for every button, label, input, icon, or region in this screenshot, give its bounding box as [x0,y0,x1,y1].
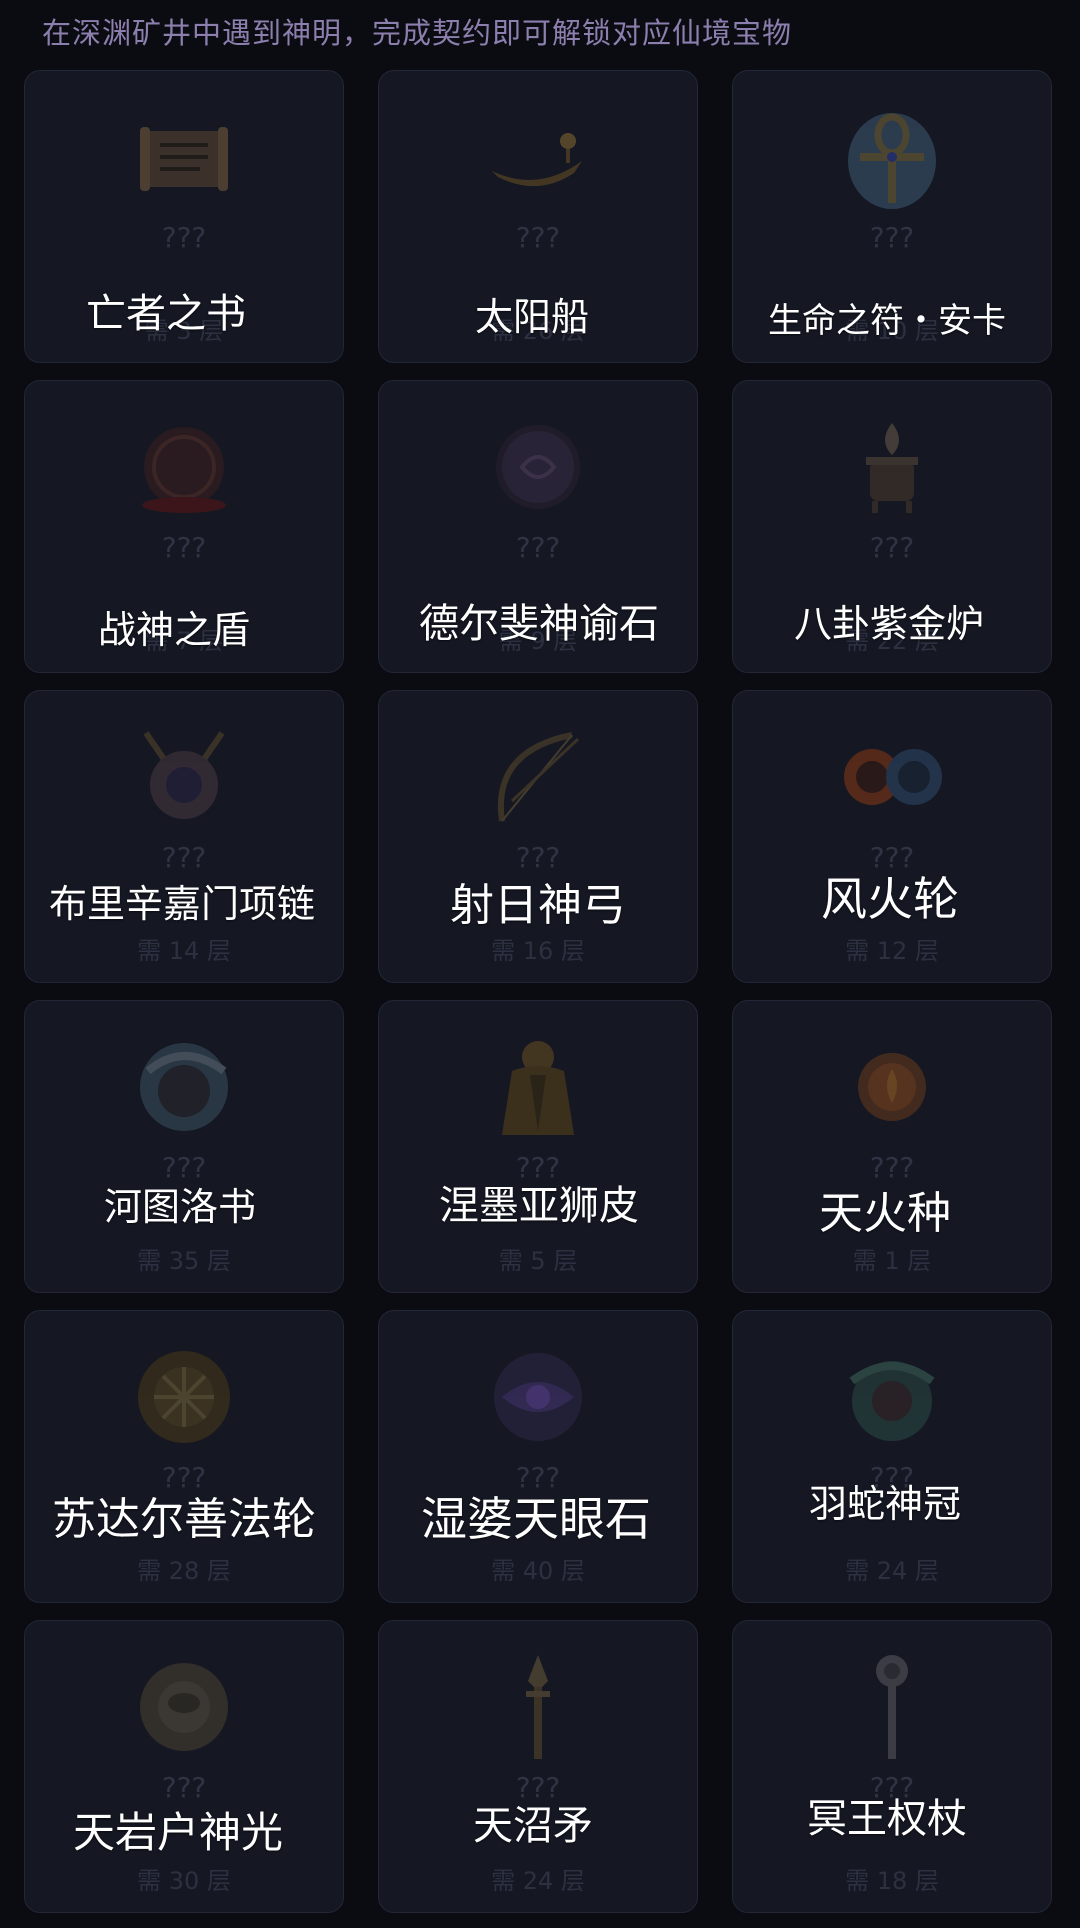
treasure-card[interactable]: ??? 需 14 层 布里辛嘉门项链 [24,690,344,983]
treasure-name: 天岩户神光 [72,1808,283,1857]
requirement-label: 需 18 层 [845,1867,939,1895]
treasure-card[interactable]: ??? 需 3 层 亡者之书 [24,70,344,363]
eye-stone-icon [482,1341,594,1453]
treasure-card[interactable]: ??? 需 7 层 战神之盾 [24,380,344,673]
treasure-card[interactable]: ??? 需 5 层 涅墨亚狮皮 [378,1000,698,1293]
requirement-label: 需 30 层 [137,1867,231,1895]
spear-icon [482,1651,594,1763]
requirement-label: 需 1 层 [852,1247,932,1275]
hidden-label: ??? [515,531,561,564]
treasure-card[interactable]: ??? 需 30 层 天岩户神光 [24,1620,344,1913]
treasure-name: 亡者之书 [86,291,246,337]
treasure-grid: ??? 需 3 层 亡者之书 ??? 需 26 层 太阳船 ??? 需 10 层… [24,70,1052,1913]
divine-light-icon [128,1651,240,1763]
hidden-label: ??? [515,221,561,254]
treasure-card[interactable]: ??? 需 35 层 河图洛书 [24,1000,344,1293]
treasure-card[interactable]: ??? 需 16 层 射日神弓 [378,690,698,983]
requirement-label: 需 28 层 [137,1557,231,1585]
treasure-card[interactable]: ??? 需 40 层 湿婆天眼石 [378,1310,698,1603]
treasure-name: 射日神弓 [450,880,626,931]
hidden-label: ??? [161,221,207,254]
oracle-stone-icon [482,411,594,523]
hidden-label: ??? [869,531,915,564]
treasure-card[interactable]: ??? 需 28 层 苏达尔善法轮 [24,1310,344,1603]
subtitle: 在深渊矿井中遇到神明，完成契约即可解锁对应仙境宝物 [42,16,793,50]
treasure-name: 太阳船 [474,295,589,339]
treasure-card[interactable]: ??? 需 24 层 天沼矛 [378,1620,698,1913]
treasure-card[interactable]: ??? 需 18 层 冥王权杖 [732,1620,1052,1913]
treasure-name: 德尔斐神谕石 [419,601,659,647]
fire-wheel-icon [836,721,948,833]
treasure-name: 苏达尔善法轮 [52,1494,316,1545]
treasure-card[interactable]: ??? 需 24 层 羽蛇神冠 [732,1310,1052,1603]
treasure-name: 天火种 [819,1188,951,1239]
requirement-label: 需 40 层 [491,1557,585,1585]
dharma-wheel-icon [128,1341,240,1453]
treasure-name: 河图洛书 [103,1185,256,1229]
serpent-crown-icon [836,1341,948,1453]
treasure-name: 冥王权杖 [807,1796,967,1842]
treasure-name: 天沼矛 [473,1803,593,1849]
furnace-icon [836,411,948,523]
fire-seed-icon [836,1031,948,1143]
requirement-label: 需 35 层 [137,1247,231,1275]
treasure-name: 战神之盾 [97,608,250,652]
sun-boat-icon [482,101,594,213]
requirement-label: 需 16 层 [491,937,585,965]
requirement-label: 需 24 层 [845,1557,939,1585]
treasure-name: 风火轮 [821,872,959,926]
hidden-label: ??? [869,221,915,254]
hetu-icon [128,1031,240,1143]
treasure-card[interactable]: ??? 需 26 层 太阳船 [378,70,698,363]
scroll-icon [128,101,240,213]
treasure-name: 涅墨亚狮皮 [439,1183,639,1229]
treasure-name: 八卦紫金炉 [793,602,984,646]
treasure-name: 布里辛嘉门项链 [48,882,315,926]
treasure-name: 湿婆天眼石 [421,1492,651,1546]
treasure-card[interactable]: ??? 需 1 层 天火种 [732,1000,1052,1293]
requirement-label: 需 12 层 [845,937,939,965]
lion-pelt-icon [482,1031,594,1143]
hidden-label: ??? [161,531,207,564]
scepter-icon [836,1651,948,1763]
treasure-card[interactable]: ??? 需 12 层 风火轮 [732,690,1052,983]
requirement-label: 需 5 层 [498,1247,578,1275]
treasure-card[interactable]: ??? 需 22 层 八卦紫金炉 [732,380,1052,673]
requirement-label: 需 14 层 [137,937,231,965]
necklace-icon [128,721,240,833]
requirement-label: 需 24 层 [491,1867,585,1895]
treasure-name: 羽蛇神冠 [808,1482,961,1526]
bow-icon [482,721,594,833]
treasure-name: 生命之符・安卡 [768,301,1006,341]
treasure-card[interactable]: ??? 需 10 层 生命之符・安卡 [732,70,1052,363]
hidden-label: ??? [161,841,207,874]
ankh-icon [836,101,948,213]
treasure-card[interactable]: ??? 需 9 层 德尔斐神谕石 [378,380,698,673]
shield-icon [128,411,240,523]
